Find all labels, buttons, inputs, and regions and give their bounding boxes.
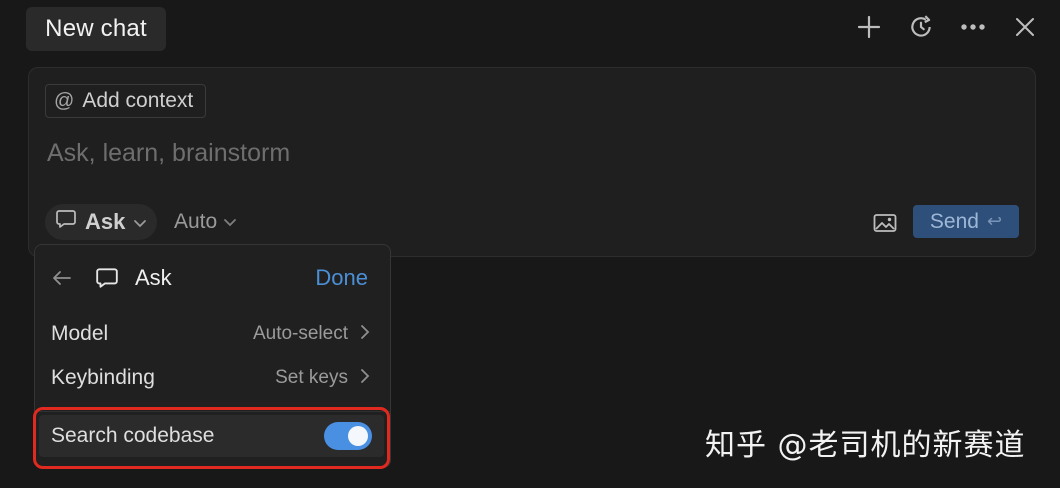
row-label: Model (51, 322, 109, 345)
highlight-annotation (33, 407, 390, 469)
add-context-button[interactable]: @ Add context (45, 84, 207, 118)
chevron-right-icon (360, 367, 370, 390)
enter-key-icon: ↩ (986, 211, 1003, 231)
chevron-down-icon (133, 209, 147, 235)
mode-settings-menu: Ask Done Model Auto-select Keybinding Se… (33, 244, 391, 469)
mode-selector[interactable]: Ask (45, 204, 158, 240)
row-value: Set keys (275, 367, 370, 390)
done-button[interactable]: Done (315, 265, 368, 291)
menu-title: Ask (135, 265, 172, 290)
back-arrow-icon[interactable] (51, 267, 73, 289)
send-label: Send (929, 209, 979, 233)
chat-bubble-icon (55, 208, 77, 236)
chat-tab-title: New chat (45, 15, 147, 42)
at-icon: @ (54, 89, 75, 112)
add-context-label: Add context (82, 89, 194, 112)
send-button[interactable]: Send ↩ (913, 205, 1019, 238)
chat-bubble-icon (95, 266, 119, 295)
model-selector[interactable]: Auto (174, 204, 237, 240)
menu-row-keybinding[interactable]: Keybinding Set keys (51, 361, 370, 395)
chat-tab[interactable]: New chat (26, 7, 166, 51)
history-icon[interactable] (906, 12, 936, 42)
plus-icon[interactable] (854, 12, 884, 42)
model-label: Auto (174, 210, 218, 233)
chat-input[interactable] (45, 132, 949, 174)
image-icon[interactable] (871, 209, 899, 237)
menu-row-model[interactable]: Model Auto-select (51, 317, 370, 351)
watermark: 知乎 @老司机的新赛道 (705, 428, 1026, 463)
chevron-right-icon (360, 323, 370, 346)
chat-composer: @ Add context Ask Auto (28, 67, 1036, 257)
chevron-down-icon (223, 210, 237, 234)
close-icon[interactable] (1010, 12, 1040, 42)
row-label: Keybinding (51, 366, 155, 389)
row-value-text: Auto-select (252, 323, 348, 344)
more-icon[interactable] (958, 12, 988, 42)
row-value: Auto-select (253, 323, 370, 346)
mode-label: Ask (85, 209, 126, 234)
row-value-text: Set keys (275, 367, 348, 388)
menu-header: Ask Done (35, 245, 390, 309)
header-actions (854, 12, 1040, 42)
